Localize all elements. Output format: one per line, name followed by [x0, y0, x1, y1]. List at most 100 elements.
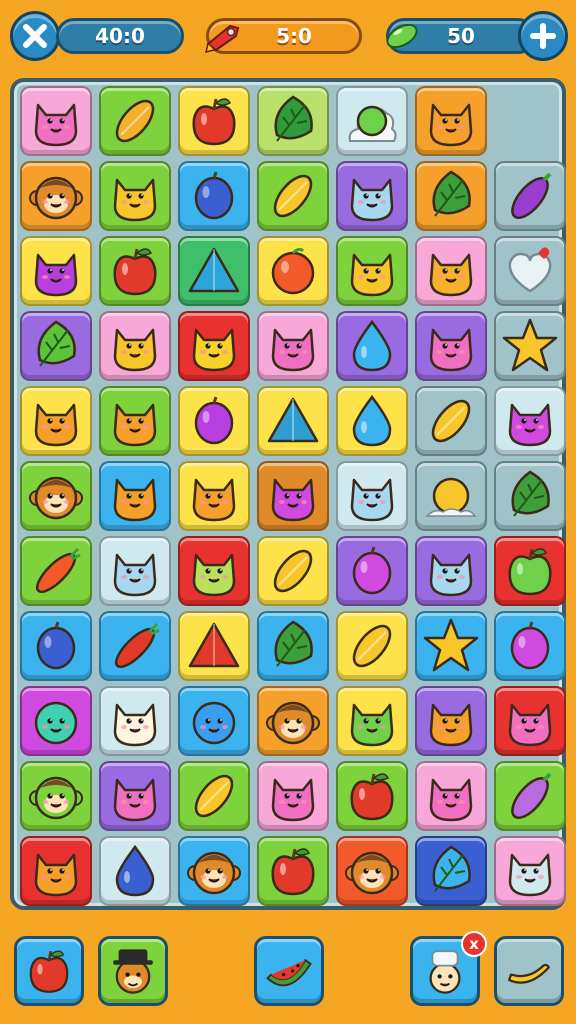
plum-icon [194, 171, 234, 220]
tile-apple[interactable] [494, 536, 566, 606]
tile-orange[interactable] [257, 236, 329, 306]
tile-drop[interactable] [99, 836, 171, 906]
tile-triangle[interactable] [178, 611, 250, 681]
tile-heart[interactable] [494, 236, 566, 306]
tile-plum[interactable] [336, 536, 408, 606]
tile-leaf[interactable] [257, 86, 329, 156]
tile-star[interactable] [415, 611, 487, 681]
tile-cat[interactable] [494, 686, 566, 756]
tile-mango[interactable] [415, 386, 487, 456]
tile-apple[interactable] [99, 236, 171, 306]
tile-monkey[interactable] [20, 761, 92, 831]
powerup-apple[interactable] [14, 936, 84, 1006]
powerup-bar: x [0, 924, 576, 1024]
tile-plum[interactable] [178, 386, 250, 456]
tile-plum[interactable] [494, 611, 566, 681]
tile-cat[interactable] [415, 536, 487, 606]
tile-cat[interactable] [178, 536, 250, 606]
tile-cat[interactable] [415, 236, 487, 306]
tile-cat[interactable] [257, 461, 329, 531]
tile-leaf[interactable] [415, 836, 487, 906]
tile-mango[interactable] [257, 536, 329, 606]
tile-triangle[interactable] [257, 386, 329, 456]
add-gems-button[interactable] [518, 11, 568, 61]
tile-drop[interactable] [336, 311, 408, 381]
cat-icon [34, 103, 78, 147]
tile-plum[interactable] [20, 611, 92, 681]
tile-monkey[interactable] [178, 836, 250, 906]
tile-monkey[interactable] [336, 836, 408, 906]
tile-cat[interactable] [20, 836, 92, 906]
tile-triangle[interactable] [178, 236, 250, 306]
tile-drop[interactable] [336, 386, 408, 456]
tile-mango[interactable] [178, 761, 250, 831]
tile-cat[interactable] [415, 761, 487, 831]
tile-carrot[interactable] [20, 536, 92, 606]
leaf-icon [37, 320, 76, 367]
tile-cat[interactable] [257, 761, 329, 831]
tile-leaf[interactable] [494, 461, 566, 531]
tile-monkey[interactable] [20, 161, 92, 231]
rocket-icon [204, 18, 244, 54]
tile-cat[interactable] [178, 461, 250, 531]
tile-eggplant[interactable] [494, 161, 566, 231]
tile-blob[interactable] [20, 686, 92, 756]
tile-cat[interactable] [336, 461, 408, 531]
tile-apple[interactable] [178, 86, 250, 156]
tile-cat[interactable] [415, 686, 487, 756]
tile-cat[interactable] [99, 686, 171, 756]
tile-cat[interactable] [494, 836, 566, 906]
powerup-chef[interactable]: x [410, 931, 487, 1006]
tile-mango[interactable] [257, 161, 329, 231]
powerup-hat-monkey[interactable] [98, 936, 168, 1006]
tile-cat[interactable] [336, 236, 408, 306]
cat-icon [113, 403, 157, 447]
tile-cat[interactable] [99, 386, 171, 456]
tile-cat[interactable] [20, 386, 92, 456]
tile-cat[interactable] [415, 86, 487, 156]
tile-monkey[interactable] [257, 686, 329, 756]
powerup-banana[interactable] [494, 936, 564, 1006]
tile-cat[interactable] [99, 536, 171, 606]
tile-apple[interactable] [257, 836, 329, 906]
tile-cat[interactable] [178, 311, 250, 381]
tile-leaf[interactable] [415, 161, 487, 231]
tile-cat[interactable] [257, 311, 329, 381]
tile-cat[interactable] [99, 161, 171, 231]
tile-star[interactable] [494, 311, 566, 381]
tile-cat[interactable] [20, 86, 92, 156]
tile-cat[interactable] [99, 311, 171, 381]
cat-icon [113, 178, 157, 222]
cat-icon [429, 778, 473, 822]
tile-cat[interactable] [494, 386, 566, 456]
cat-icon [192, 478, 236, 522]
tile-blob[interactable] [178, 686, 250, 756]
tile-cat[interactable] [336, 161, 408, 231]
watermelon-icon [266, 958, 312, 987]
tile-mango[interactable] [99, 86, 171, 156]
heart-icon [508, 247, 552, 293]
tile-sun[interactable] [415, 461, 487, 531]
tile-mango[interactable] [336, 611, 408, 681]
tile-monkey[interactable] [20, 461, 92, 531]
powerup-badge: x [461, 931, 487, 957]
tile-cat[interactable] [20, 236, 92, 306]
tile-bush[interactable] [336, 86, 408, 156]
cat-icon [508, 853, 552, 897]
tile-cat[interactable] [336, 686, 408, 756]
tile-apple[interactable] [336, 761, 408, 831]
tile-leaf[interactable] [20, 311, 92, 381]
blob-icon [192, 701, 236, 745]
powerup-watermelon[interactable] [254, 936, 324, 1006]
tile-cat[interactable] [99, 461, 171, 531]
close-button[interactable] [10, 11, 60, 61]
leaf-icon [511, 470, 550, 517]
tile-cat[interactable] [415, 311, 487, 381]
hat-monkey-icon [113, 949, 153, 994]
tile-leaf[interactable] [257, 611, 329, 681]
tile-cat[interactable] [99, 761, 171, 831]
sun-icon [425, 477, 477, 517]
tile-plum[interactable] [178, 161, 250, 231]
tile-eggplant[interactable] [494, 761, 566, 831]
tile-carrot[interactable] [99, 611, 171, 681]
